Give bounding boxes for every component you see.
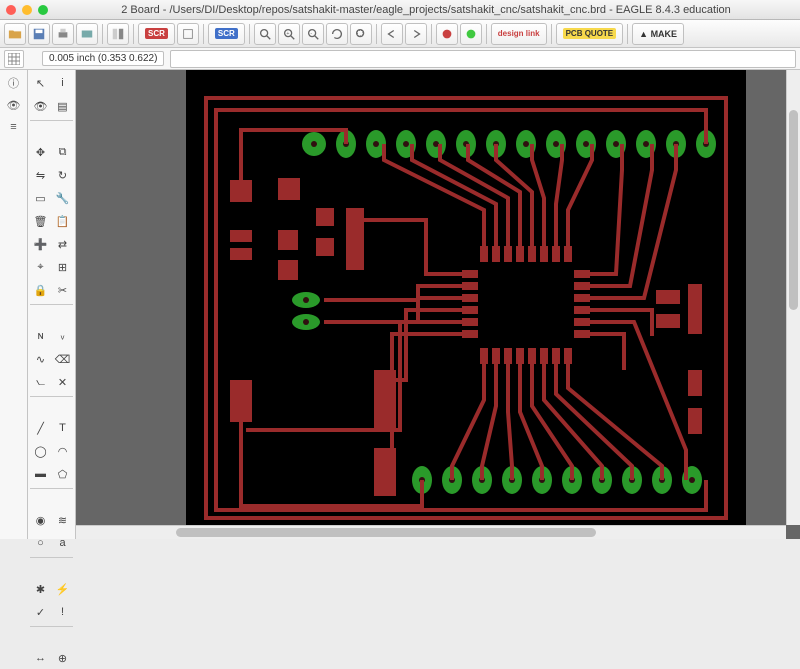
stop-button[interactable] (436, 23, 458, 45)
info-tool[interactable]: i (52, 72, 73, 94)
ulp-button[interactable] (177, 23, 199, 45)
maximize-icon[interactable] (38, 5, 48, 15)
text-tool[interactable]: T (52, 417, 73, 439)
vertical-scrollbar[interactable] (786, 70, 800, 525)
polygon-tool[interactable]: ⬠ (52, 463, 73, 485)
pcb-view[interactable] (186, 70, 746, 539)
group-tool[interactable]: ▭ (30, 187, 51, 209)
scr2-button[interactable]: SCR (208, 23, 245, 45)
attribute-tool[interactable]: a (52, 532, 73, 554)
print-button[interactable] (52, 23, 74, 45)
ratsnest-tool[interactable]: ✱ (30, 578, 51, 600)
gateswap-tool[interactable]: ⊞ (52, 256, 73, 278)
rect-tool[interactable]: ▬ (30, 463, 51, 485)
mark-tool[interactable]: ⊕ (52, 647, 73, 669)
lock-tool[interactable]: 🔒 (30, 279, 51, 301)
ripup-tool[interactable]: ⌫ (52, 348, 73, 370)
eye-icon[interactable]: 👁 (5, 96, 23, 114)
design-link-button[interactable]: design link (491, 23, 547, 45)
undo-button[interactable] (381, 23, 403, 45)
delete-tool[interactable]: 🗑 (30, 210, 51, 232)
change-tool[interactable]: 🔧 (52, 187, 73, 209)
horizontal-scrollbar[interactable] (76, 525, 786, 539)
titlebar: 2 Board - /Users/DI/Desktop/repos/satsha… (0, 0, 800, 20)
mirror-tool[interactable]: ⇋ (30, 164, 51, 186)
cam-button[interactable] (76, 23, 98, 45)
auto-tool[interactable]: ⚡ (52, 578, 73, 600)
signal-tool[interactable]: ≋ (52, 509, 73, 531)
zoom-in-button[interactable]: + (278, 23, 300, 45)
zoom-out-button[interactable]: - (302, 23, 324, 45)
add-tool[interactable]: ➕ (30, 233, 51, 255)
via-tool[interactable]: ◉ (30, 509, 51, 531)
hole-tool[interactable]: ○ (30, 532, 51, 554)
script-button[interactable]: SCR (138, 23, 175, 45)
select-tool[interactable]: ↖ (30, 72, 51, 94)
go-button[interactable] (460, 23, 482, 45)
window-controls (6, 5, 48, 15)
redo-button[interactable] (405, 23, 427, 45)
route-tool[interactable]: ∿ (30, 348, 51, 370)
value-tool[interactable]: ᵥ (52, 325, 73, 347)
rotate-tool[interactable]: ↻ (52, 164, 73, 186)
coordinates-readout: 0.005 inch (0.353 0.622) (42, 51, 164, 66)
split-tool[interactable]: ✕ (52, 371, 73, 393)
zoom-fit-button[interactable] (254, 23, 276, 45)
pinswap-tool[interactable]: ⌖ (30, 256, 51, 278)
pcb-quote-button[interactable]: PCB QUOTE (556, 23, 624, 45)
make-button[interactable]: ▲ MAKE (632, 23, 684, 45)
zoom-select-button[interactable] (350, 23, 372, 45)
window-title: 2 Board - /Users/DI/Desktop/repos/satsha… (58, 4, 794, 16)
svg-text:+: + (286, 30, 289, 36)
layers-stack-icon[interactable]: ≡ (5, 118, 23, 136)
dimension-tool[interactable]: ↔ (30, 647, 51, 669)
erc-tool[interactable]: ✓ (30, 601, 51, 623)
grid-button[interactable] (4, 50, 24, 68)
miter-tool[interactable]: ⦦ (30, 371, 51, 393)
left-info-panel: ⓘ 👁 ≡ (0, 70, 28, 539)
command-input[interactable] (170, 50, 796, 68)
wire-tool[interactable]: ╱ (30, 417, 51, 439)
move-tool[interactable]: ✥ (30, 141, 51, 163)
arc-tool[interactable]: ◠ (52, 440, 73, 462)
display-tool[interactable]: ▤ (52, 95, 73, 117)
schematic-button[interactable] (107, 23, 129, 45)
show-tool[interactable]: 👁 (30, 95, 51, 117)
drc-tool[interactable]: ! (52, 601, 73, 623)
save-button[interactable] (28, 23, 50, 45)
board-canvas[interactable] (76, 70, 800, 539)
replace-tool[interactable]: ⇄ (52, 233, 73, 255)
main-toolbar: SCR SCR + - design link PCB QUOTE ▲ MAKE (0, 20, 800, 48)
copy-tool[interactable]: ⧉ (52, 141, 73, 163)
tool-palette: ↖ i 👁 ▤ ✥ ⧉ ⇋ ↻ ▭ 🔧 🗑 📋 ➕ ⇄ ⌖ ⊞ 🔒 ✂ ɴ ᵥ … (28, 70, 76, 539)
name-tool[interactable]: ɴ (30, 325, 51, 347)
circle-tool[interactable]: ◯ (30, 440, 51, 462)
open-button[interactable] (4, 23, 26, 45)
close-icon[interactable] (6, 5, 16, 15)
zoom-redraw-button[interactable] (326, 23, 348, 45)
minimize-icon[interactable] (22, 5, 32, 15)
main-area: ⓘ 👁 ≡ ↖ i 👁 ▤ ✥ ⧉ ⇋ ↻ ▭ 🔧 🗑 📋 ➕ ⇄ ⌖ ⊞ 🔒 … (0, 70, 800, 539)
svg-text:-: - (310, 30, 312, 36)
smash-tool[interactable]: ✂ (52, 279, 73, 301)
paste-tool[interactable]: 📋 (52, 210, 73, 232)
info-icon[interactable]: ⓘ (5, 74, 23, 92)
coord-bar: 0.005 inch (0.353 0.622) (0, 48, 800, 70)
